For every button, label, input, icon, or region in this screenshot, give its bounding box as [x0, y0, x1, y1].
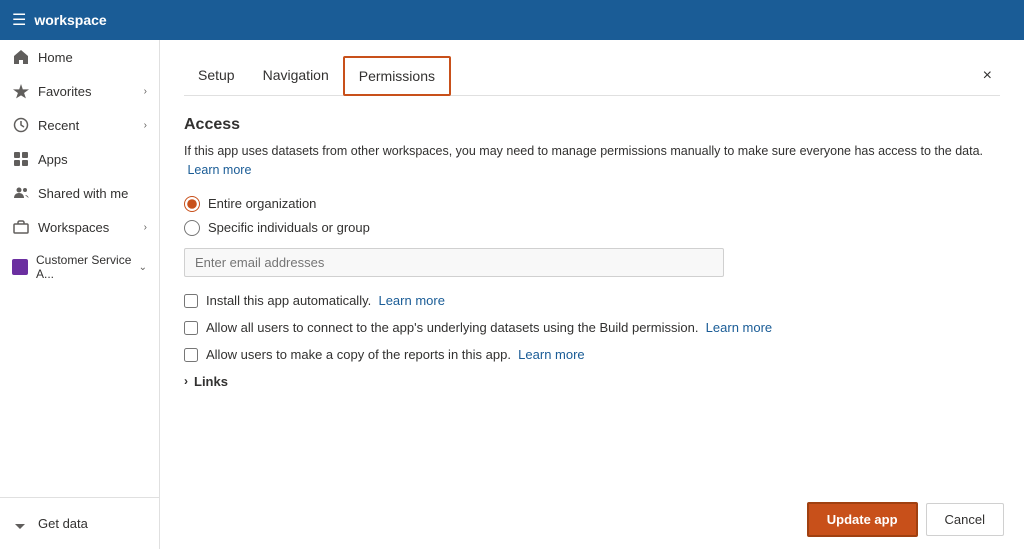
update-app-button[interactable]: Update app [807, 502, 918, 537]
sidebar-item-label-recent: Recent [38, 118, 79, 133]
sidebar-item-label-home: Home [38, 50, 73, 65]
sidebar-item-workspaces[interactable]: Workspaces › [0, 210, 159, 244]
chevron-right-icon-recent: › [144, 120, 147, 131]
learn-more-copy[interactable]: Learn more [518, 347, 584, 362]
links-section[interactable]: › Links [184, 374, 1000, 389]
workspace-purple-icon [12, 259, 28, 275]
checkbox-allow-build-input[interactable] [184, 321, 198, 335]
learn-more-build[interactable]: Learn more [706, 320, 772, 335]
sidebar-item-label-favorites: Favorites [38, 84, 91, 99]
sidebar-item-label-shared: Shared with me [38, 186, 128, 201]
radio-specific-label: Specific individuals or group [208, 220, 370, 235]
close-button[interactable]: × [975, 63, 1000, 89]
tab-navigation[interactable]: Navigation [249, 57, 343, 95]
clock-icon [12, 117, 30, 133]
sidebar-item-home[interactable]: Home [0, 40, 159, 74]
tabs: Setup Navigation Permissions × [184, 56, 1000, 96]
sidebar-item-recent[interactable]: Recent › [0, 108, 159, 142]
bottom-bar: Update app Cancel [787, 490, 1024, 549]
sidebar-item-label-workspaces: Workspaces [38, 220, 109, 235]
tab-permissions[interactable]: Permissions [343, 56, 451, 96]
radio-entire-org-input[interactable] [184, 196, 200, 212]
tab-setup[interactable]: Setup [184, 57, 249, 95]
chevron-right-icon: › [144, 86, 147, 97]
sidebar-item-customer[interactable]: Customer Service A... ⌄ [0, 244, 159, 290]
sidebar: Home Favorites › Recent › Ap [0, 40, 160, 549]
checkbox-install-auto-input[interactable] [184, 294, 198, 308]
chevron-down-icon-customer: ⌄ [139, 262, 147, 273]
sidebar-item-label-apps: Apps [38, 152, 68, 167]
radio-entire-org[interactable]: Entire organization [184, 196, 1000, 212]
apps-icon [12, 151, 30, 167]
access-description: If this app uses datasets from other wor… [184, 142, 1000, 180]
topbar: ☰ workspace [0, 0, 1024, 40]
radio-specific-individuals[interactable]: Specific individuals or group [184, 220, 1000, 236]
sidebar-item-favorites[interactable]: Favorites › [0, 74, 159, 108]
get-data-label: Get data [38, 516, 88, 531]
checkbox-install-auto: Install this app automatically. Learn mo… [184, 293, 1000, 308]
cancel-button[interactable]: Cancel [926, 503, 1004, 536]
content-panel: Setup Navigation Permissions × Access If… [160, 40, 1024, 549]
links-label: Links [194, 374, 228, 389]
sidebar-bottom: Get data [0, 497, 159, 549]
radio-specific-individuals-input[interactable] [184, 220, 200, 236]
get-data-icon [12, 514, 30, 533]
checkbox-allow-build: Allow all users to connect to the app's … [184, 320, 1000, 335]
sidebar-item-shared[interactable]: Shared with me [0, 176, 159, 210]
checkbox-install-auto-label: Install this app automatically. Learn mo… [206, 293, 445, 308]
access-title: Access [184, 116, 1000, 134]
checkbox-allow-copy: Allow users to make a copy of the report… [184, 347, 1000, 362]
radio-group: Entire organization Specific individuals… [184, 196, 1000, 236]
learn-more-link-1[interactable]: Learn more [187, 163, 251, 177]
access-section: Access If this app uses datasets from ot… [184, 116, 1000, 389]
chevron-right-icon-workspaces: › [144, 222, 147, 233]
learn-more-install[interactable]: Learn more [378, 293, 444, 308]
star-icon [12, 83, 30, 99]
chevron-right-links-icon: › [184, 374, 188, 388]
topbar-title: workspace [34, 12, 106, 28]
sidebar-nav: Home Favorites › Recent › Ap [0, 40, 159, 290]
radio-entire-org-label: Entire organization [208, 196, 316, 211]
email-input[interactable] [184, 248, 724, 277]
checkbox-allow-build-label: Allow all users to connect to the app's … [206, 320, 772, 335]
sidebar-item-label-customer: Customer Service A... [36, 253, 139, 281]
checkbox-allow-copy-label: Allow users to make a copy of the report… [206, 347, 585, 362]
briefcase-icon [12, 219, 30, 235]
checkbox-allow-copy-input[interactable] [184, 348, 198, 362]
hamburger-icon[interactable]: ☰ [12, 10, 26, 30]
panel: Setup Navigation Permissions × Access If… [160, 40, 1024, 405]
sidebar-item-apps[interactable]: Apps [0, 142, 159, 176]
get-data-item[interactable]: Get data [12, 506, 147, 541]
people-icon [12, 185, 30, 201]
home-icon [12, 49, 30, 65]
main-layout: Home Favorites › Recent › Ap [0, 40, 1024, 549]
